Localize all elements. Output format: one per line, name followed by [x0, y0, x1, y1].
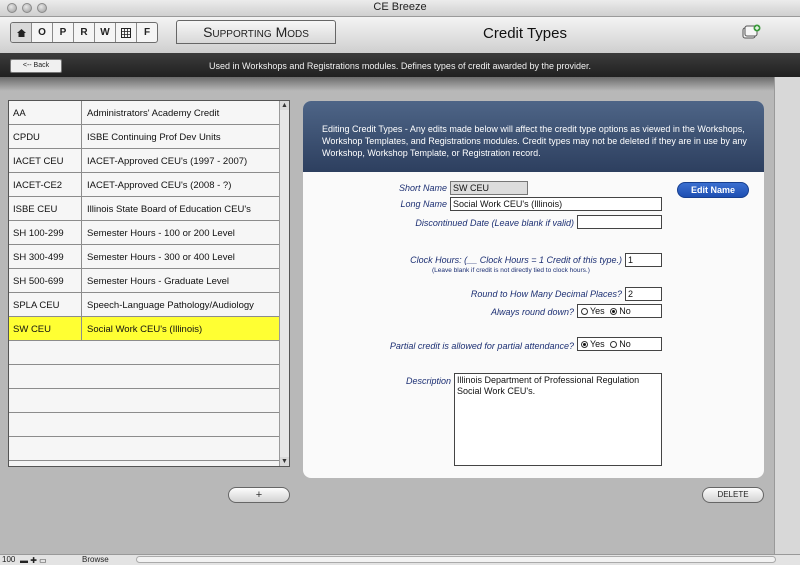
- calendar-grid-icon: [121, 27, 131, 38]
- home-icon: [16, 28, 26, 37]
- nav-f-button[interactable]: F: [137, 23, 157, 42]
- credit-code: SH 100-299: [13, 228, 64, 239]
- empty-list-row[interactable]: [9, 365, 281, 389]
- discontinued-date-label: Discontinued Date (Leave blank if valid): [415, 218, 574, 228]
- description-label: Description: [405, 376, 451, 386]
- list-item[interactable]: SH 300-499 Semester Hours - 300 or 400 L…: [9, 245, 281, 269]
- radio-label: Yes: [590, 339, 605, 349]
- clock-hours-label: Clock Hours: (__ Clock Hours = 1 Credit …: [410, 255, 622, 265]
- window-titlebar: CE Breeze: [0, 0, 800, 17]
- module-tab[interactable]: Supporting Mods: [176, 20, 336, 44]
- credit-code: SH 500-699: [13, 276, 64, 287]
- nav-p-button[interactable]: P: [53, 23, 74, 42]
- delete-button[interactable]: DELETE: [702, 487, 764, 503]
- round-decimal-label: Round to How Many Decimal Places?: [470, 289, 622, 299]
- credit-code: SW CEU: [13, 324, 51, 335]
- window-right-edge: [774, 77, 800, 555]
- mode-indicator: Browse: [82, 555, 109, 564]
- horizontal-scrollbar[interactable]: [136, 556, 776, 563]
- partial-credit-radio-group: Yes No: [577, 337, 662, 351]
- add-credit-type-button[interactable]: +: [228, 487, 290, 503]
- radio-label: Yes: [590, 306, 605, 316]
- shadow-strip: [0, 77, 800, 91]
- credit-desc: IACET-Approved CEU's (2008 - ?): [87, 180, 232, 191]
- credit-desc: Illinois State Board of Education CEU's: [87, 204, 251, 215]
- list-scrollbar[interactable]: ▲ ▼: [279, 101, 289, 466]
- round-decimal-field[interactable]: 2: [625, 287, 662, 301]
- calendar-button[interactable]: [116, 23, 137, 42]
- radio-label: No: [619, 339, 631, 349]
- list-item[interactable]: ISBE CEU Illinois State Board of Educati…: [9, 197, 281, 221]
- credit-code: AA: [13, 108, 26, 119]
- edit-instructions: Editing Credit Types - Any edits made be…: [322, 124, 747, 158]
- list-item[interactable]: SH 500-699 Semester Hours - Graduate Lev…: [9, 269, 281, 293]
- credit-code: IACET-CE2: [13, 180, 63, 191]
- nav-w-button[interactable]: W: [95, 23, 116, 42]
- list-item[interactable]: CPDU ISBE Continuing Prof Dev Units: [9, 125, 281, 149]
- credit-code: ISBE CEU: [13, 204, 58, 215]
- credit-desc: ISBE Continuing Prof Dev Units: [87, 132, 221, 143]
- list-item[interactable]: IACET CEU IACET-Approved CEU's (1997 - 2…: [9, 149, 281, 173]
- zoom-level[interactable]: 100: [2, 555, 15, 564]
- credit-desc: Semester Hours - Graduate Level: [87, 276, 230, 287]
- always-round-yes-radio[interactable]: [581, 308, 588, 315]
- nav-r-button[interactable]: R: [74, 23, 95, 42]
- credit-desc: Speech-Language Pathology/Audiology: [87, 300, 254, 311]
- credit-code: SPLA CEU: [13, 300, 60, 311]
- empty-list-row[interactable]: [9, 389, 281, 413]
- edit-panel-header: Editing Credit Types - Any edits made be…: [303, 101, 764, 172]
- empty-list-row[interactable]: [9, 341, 281, 365]
- credit-code: SH 300-499: [13, 252, 64, 263]
- list-item[interactable]: AA Administrators' Academy Credit: [9, 101, 281, 125]
- description-field[interactable]: Illinois Department of Professional Regu…: [454, 373, 662, 466]
- credit-code: IACET CEU: [13, 156, 64, 167]
- back-button[interactable]: <-- Back: [10, 59, 62, 73]
- always-round-radio-group: Yes No: [577, 304, 662, 318]
- clock-hours-note: (Leave blank if credit is not directly t…: [432, 267, 590, 274]
- module-nav: O P R W F: [10, 22, 158, 43]
- page-title: Credit Types: [483, 25, 567, 42]
- short-name-field: SW CEU: [450, 181, 528, 195]
- discontinued-date-field[interactable]: [577, 215, 662, 229]
- partial-credit-yes-radio[interactable]: [581, 341, 588, 348]
- clock-hours-field[interactable]: 1: [625, 253, 662, 267]
- credit-desc: Semester Hours - 300 or 400 Level: [87, 252, 235, 263]
- always-round-no-radio[interactable]: [610, 308, 618, 315]
- credit-desc: Semester Hours - 100 or 200 Level: [87, 228, 235, 239]
- credit-desc: Administrators' Academy Credit: [87, 108, 220, 119]
- credit-code: CPDU: [13, 132, 40, 143]
- empty-list-row[interactable]: [9, 413, 281, 437]
- short-name-label: Short Name: [398, 183, 447, 193]
- window-title: CE Breeze: [373, 1, 427, 13]
- partial-credit-no-radio[interactable]: [610, 341, 618, 348]
- always-round-label: Always round down?: [490, 307, 574, 317]
- long-name-field[interactable]: Social Work CEU's (Illinois): [450, 197, 662, 211]
- credit-desc: Social Work CEU's (Illinois): [87, 324, 203, 335]
- radio-label: No: [619, 306, 631, 316]
- list-item-selected[interactable]: SW CEU Social Work CEU's (Illinois): [9, 317, 281, 341]
- status-bar: 100 ▬ ✚ ▭ Browse: [0, 554, 800, 565]
- credit-desc: IACET-Approved CEU's (1997 - 2007): [87, 156, 248, 167]
- edit-name-button[interactable]: Edit Name: [677, 182, 749, 198]
- scroll-down-arrow-icon[interactable]: ▼: [280, 457, 289, 466]
- long-name-label: Long Name: [400, 199, 447, 209]
- list-item[interactable]: IACET-CE2 IACET-Approved CEU's (2008 - ?…: [9, 173, 281, 197]
- partial-credit-label: Partial credit is allowed for partial at…: [389, 341, 574, 351]
- list-item[interactable]: SPLA CEU Speech-Language Pathology/Audio…: [9, 293, 281, 317]
- module-description: Used in Workshops and Registrations modu…: [208, 61, 592, 71]
- add-record-icon[interactable]: [742, 24, 762, 40]
- home-button[interactable]: [11, 23, 32, 42]
- scroll-up-arrow-icon[interactable]: ▲: [280, 101, 289, 110]
- empty-list-row[interactable]: [9, 437, 281, 461]
- list-item[interactable]: SH 100-299 Semester Hours - 100 or 200 L…: [9, 221, 281, 245]
- credit-type-list: AA Administrators' Academy Credit CPDU I…: [8, 100, 290, 467]
- nav-o-button[interactable]: O: [32, 23, 53, 42]
